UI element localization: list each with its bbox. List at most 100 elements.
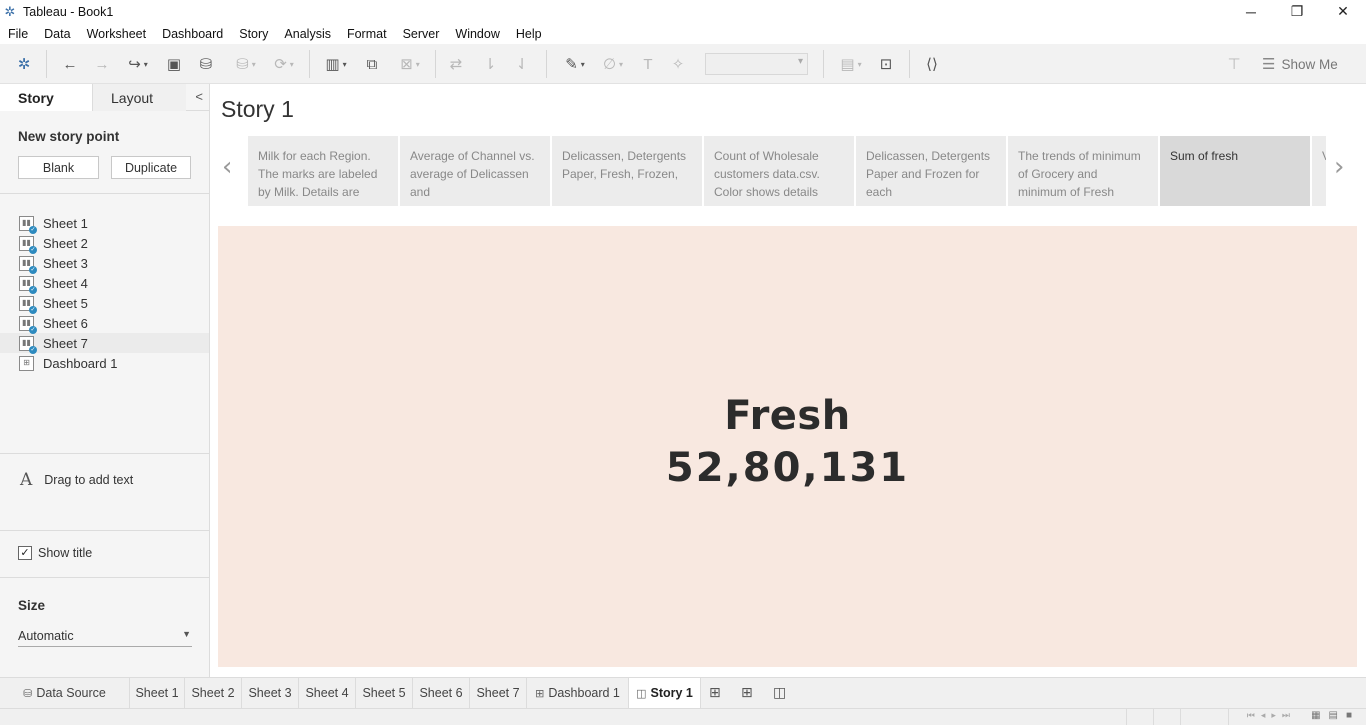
menu-data[interactable]: Data [36,27,78,41]
presentation-mode-icon[interactable]: ⊡ [876,54,896,74]
story-canvas[interactable]: Fresh 52,80,131 [218,226,1357,667]
tab-story-active[interactable]: ◫ Story 1 [629,678,701,708]
new-worksheet-icon[interactable]: ▥ ▾ [318,54,354,74]
tab-sheet[interactable]: Sheet 3 [242,678,299,708]
sheet-tabs-bar: ⛁ Data Source Sheet 1 Sheet 2 Sheet 3 Sh… [0,677,1366,708]
duplicate-sheet-icon[interactable]: ⧉ [362,54,382,74]
menu-format[interactable]: Format [339,27,395,41]
size-value: Automatic [18,629,74,643]
new-dashboard-tab-icon[interactable]: ⊞ [741,684,753,701]
new-story-tab-icon[interactable]: ◫ [773,684,786,701]
sheet-item[interactable]: ▮▮ ✓ Sheet 4 [0,273,209,294]
view-mode-icons[interactable]: ▦▤■ [1311,710,1360,721]
menu-bar: File Data Worksheet Dashboard Story Anal… [0,23,1366,44]
sheet-item-label: Sheet 2 [43,235,88,251]
window-controls: ─ ❐ ✕ [1228,0,1366,23]
tab-layout[interactable]: Layout [93,84,186,111]
redo-icon[interactable]: → [92,54,112,74]
dashboard-icon: ⊞ [535,687,545,700]
sheet-item[interactable]: ▮▮ ✓ Sheet 3 [0,253,209,274]
replay-icon[interactable]: ↪ ▾ [120,54,156,74]
panel-tabs: Story Layout < [0,84,209,111]
menu-server[interactable]: Server [395,27,448,41]
tab-sheet[interactable]: Sheet 6 [413,678,470,708]
story-point[interactable]: Milk for each Region. The marks are labe… [248,136,398,206]
tab-dashboard[interactable]: ⊞ Dashboard 1 [527,678,629,708]
text-icon: A [20,470,33,490]
tab-story[interactable]: Story [0,84,93,111]
collapse-panel-icon[interactable]: < [195,89,203,104]
format-painter-icon[interactable]: ⊤ [1224,54,1244,74]
tab-sheet[interactable]: Sheet 2 [185,678,242,708]
clear-sheet-icon[interactable]: ⊠ ▾ [392,54,428,74]
sheet-item[interactable]: ▮▮ ✓ Sheet 7 [0,333,209,354]
show-cards-icon[interactable]: ▤ ▾ [834,54,868,74]
worksheet-icon: ▮▮ ✓ [19,215,37,234]
menu-worksheet[interactable]: Worksheet [79,27,155,41]
highlight-icon[interactable]: ✎ ▾ [558,54,592,74]
size-dropdown[interactable]: Automatic ▼ [18,626,192,647]
worksheet-icon: ▮▮ ✓ [19,335,37,354]
sheet-item[interactable]: ▮▮ ✓ Sheet 5 [0,293,209,314]
minimize-button[interactable]: ─ [1228,0,1274,23]
share-icon[interactable]: ⟨⟩ [922,54,942,74]
menu-dashboard[interactable]: Dashboard [154,27,231,41]
sort-descending-icon[interactable]: ⇃ [512,54,532,74]
menu-analysis[interactable]: Analysis [276,27,339,41]
story-point[interactable]: Average of Channel vs. average of Delica… [400,136,550,206]
restore-button[interactable]: ❐ [1274,0,1320,23]
text-object[interactable]: A Drag to add text [20,470,133,490]
menu-story[interactable]: Story [231,27,276,41]
tab-sheet[interactable]: Sheet 4 [299,678,356,708]
duplicate-button[interactable]: Duplicate [111,156,191,179]
new-worksheet-tab-icon[interactable]: ⊞ [709,684,721,701]
undo-icon[interactable]: ← [60,54,80,74]
story-point[interactable]: Count of Wholesale customers data.csv. C… [704,136,854,206]
sheet-item[interactable]: ⊞ Dashboard 1 [0,353,209,373]
sheet-item-label: Dashboard 1 [43,355,118,371]
group-members-icon[interactable]: ∅ ▾ [596,54,630,74]
story-panel: Story Layout < New story point Blank Dup… [0,84,210,677]
worksheet-icon: ▮▮ ✓ [19,315,37,334]
worksheet-icon: ▮▮ ✓ [19,235,37,254]
story-title[interactable]: Story 1 [221,96,294,123]
sheet-item[interactable]: ▮▮ ✓ Sheet 2 [0,233,209,254]
story-point-active[interactable]: Sum of fresh [1160,136,1310,206]
sort-ascending-icon[interactable]: ⇂ [480,54,500,74]
sheet-item[interactable]: ▮▮ ✓ Sheet 1 [0,213,209,234]
fit-dropdown[interactable] [705,53,808,75]
menu-help[interactable]: Help [508,27,550,41]
tab-sheet[interactable]: Sheet 1 [130,678,185,708]
sheet-navigation-icons[interactable]: ⏮◂▸⏭ [1247,710,1296,721]
menu-file[interactable]: File [0,27,36,41]
new-data-source-icon[interactable]: ⛁ [196,54,216,74]
fix-axes-icon[interactable]: ✧ [668,54,688,74]
menu-window[interactable]: Window [447,27,507,41]
tableau-home-icon[interactable]: ✲ [14,54,34,74]
new-story-point-heading: New story point [18,129,120,144]
sheet-item[interactable]: ▮▮ ✓ Sheet 6 [0,313,209,334]
pause-updates-icon[interactable]: ⛁ ▾ [228,54,264,74]
show-me-button[interactable]: ☰ Show Me [1262,54,1338,74]
tab-sheet[interactable]: Sheet 5 [356,678,413,708]
tab-sheet[interactable]: Sheet 7 [470,678,527,708]
refresh-icon[interactable]: ⟳ ▾ [266,54,302,74]
show-title-checkbox[interactable]: ✓ [18,546,32,560]
story-point[interactable]: Delicassen, Detergents Paper, Fresh, Fro… [552,136,702,206]
blank-button[interactable]: Blank [18,156,99,179]
previous-story-point-icon[interactable]: ‹ [222,152,232,182]
tab-data-source[interactable]: ⛁ Data Source [0,678,130,708]
kpi-value: 52,80,131 [665,444,910,491]
tableau-logo-icon: ✲ [4,3,16,19]
size-heading: Size [18,598,46,613]
close-button[interactable]: ✕ [1320,0,1366,23]
story-point[interactable]: V a [1312,136,1326,206]
story-point[interactable]: Delicassen, Detergents Paper and Frozen … [856,136,1006,206]
next-story-point-icon[interactable]: › [1334,152,1344,182]
swap-icon[interactable]: ⇄ [446,54,466,74]
show-title-toggle[interactable]: ✓ Show title [18,546,92,560]
show-mark-labels-icon[interactable]: T [638,54,658,74]
save-icon[interactable]: ▣ [164,54,184,74]
story-point[interactable]: The trends of minimum of Grocery and min… [1008,136,1158,206]
sheet-item-label: Sheet 3 [43,255,88,271]
